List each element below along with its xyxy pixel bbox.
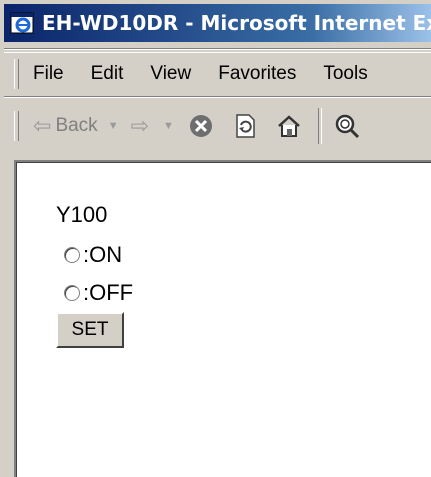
back-arrow-icon: ⇦	[33, 113, 52, 138]
refresh-icon	[236, 114, 255, 138]
forward-button[interactable]: ⇨	[131, 113, 153, 139]
set-button[interactable]: SET	[56, 312, 124, 348]
menu-tools[interactable]: Tools	[323, 63, 367, 85]
home-button[interactable]	[274, 111, 304, 141]
search-button[interactable]	[332, 111, 362, 141]
refresh-button[interactable]	[230, 111, 260, 141]
search-icon	[335, 114, 359, 139]
internet-explorer-icon	[10, 10, 36, 36]
radio-on[interactable]	[64, 247, 80, 263]
home-icon	[278, 115, 300, 137]
back-label: Back	[55, 115, 98, 136]
menu-favorites[interactable]: Favorites	[218, 63, 296, 85]
toolbar-grip[interactable]	[14, 111, 19, 141]
toolbar: ⇦ Back ▼ ⇨ ▼	[4, 100, 431, 152]
page-content: Y100 :ON :OFF SET	[14, 160, 431, 477]
menu-bar: File Edit View Favorites Tools	[4, 52, 431, 95]
forward-dropdown-icon[interactable]: ▼	[163, 120, 174, 132]
radio-off-option[interactable]: :OFF	[64, 280, 133, 306]
back-dropdown-icon[interactable]: ▼	[108, 120, 119, 132]
divider	[4, 96, 431, 98]
radio-off[interactable]	[64, 285, 80, 301]
toolbar-separator	[317, 108, 322, 144]
browser-window: EH-WD10DR - Microsoft Internet Explorer …	[0, 0, 431, 477]
title-bar[interactable]: EH-WD10DR - Microsoft Internet Explorer	[4, 4, 431, 42]
back-button[interactable]: ⇦ Back	[33, 113, 98, 139]
radio-on-option[interactable]: :ON	[64, 242, 122, 268]
stop-button[interactable]	[186, 111, 216, 141]
menu-view[interactable]: View	[150, 63, 191, 85]
window-title: EH-WD10DR - Microsoft Internet Explorer	[42, 11, 431, 35]
stop-icon	[189, 115, 212, 137]
radio-off-label: :OFF	[83, 280, 134, 305]
menu-file[interactable]: File	[33, 63, 64, 85]
forward-arrow-icon: ⇨	[130, 113, 150, 138]
menu-edit[interactable]: Edit	[91, 63, 124, 85]
divider	[4, 48, 431, 50]
menubar-grip[interactable]	[14, 59, 19, 89]
radio-on-label: :ON	[83, 242, 123, 267]
variable-label: Y100	[56, 202, 108, 227]
